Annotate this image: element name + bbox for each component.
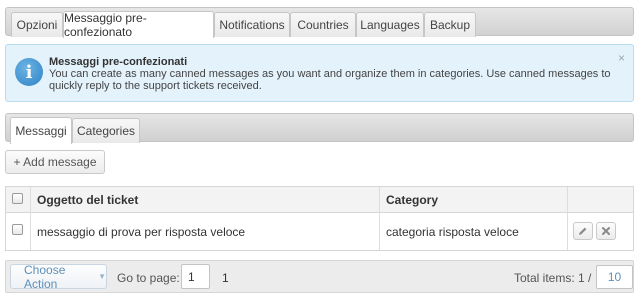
table-footer: Choose Action ▼ Go to page: 1 Total item… — [5, 260, 634, 293]
canned-messages-table: Oggetto del ticket Category messaggio di… — [5, 186, 634, 251]
page-count: 1 — [222, 271, 229, 285]
tab-label: Countries — [297, 18, 349, 32]
alert-text: You can create as many canned messages a… — [49, 68, 611, 92]
edit-button[interactable] — [573, 222, 593, 240]
info-alert: i Messaggi pre-confezionati You can crea… — [5, 44, 634, 102]
row-category: categoria risposta veloce — [386, 224, 519, 239]
info-icon: i — [15, 58, 43, 86]
total-items-label: Total items: 1 / — [514, 271, 592, 285]
delete-button[interactable] — [596, 222, 616, 240]
tab-label: Notifications — [219, 18, 285, 32]
tab-backup[interactable]: Backup — [424, 12, 476, 37]
caret-down-icon: ▼ — [98, 272, 106, 281]
tab-languages[interactable]: Languages — [356, 12, 424, 37]
page-size-selector[interactable]: 10 — [596, 265, 633, 289]
select-all-checkbox[interactable] — [12, 193, 23, 204]
close-icon[interactable]: × — [618, 51, 625, 65]
tab-label: Messaggio pre-confezionato — [64, 11, 147, 39]
canned-messages-subtabbar: Messaggi Categories — [5, 113, 634, 144]
pencil-icon — [579, 227, 587, 235]
table-row: messaggio di prova per risposta veloce c… — [6, 213, 633, 250]
tab-label: Backup — [429, 18, 471, 32]
tab-countries[interactable]: Countries — [290, 12, 356, 37]
choose-action-dropdown[interactable]: Choose Action ▼ — [10, 262, 107, 291]
add-message-label: + Add message — [13, 155, 97, 169]
column-header-subject[interactable]: Oggetto del ticket — [37, 187, 138, 213]
column-divider — [379, 187, 380, 250]
tab-label: Categories — [76, 124, 136, 138]
column-divider — [30, 187, 31, 250]
tab-label: Opzioni — [16, 18, 58, 32]
table-header: Oggetto del ticket Category — [6, 187, 633, 213]
goto-page-label: Go to page: — [117, 271, 180, 285]
row-checkbox[interactable] — [12, 224, 23, 235]
tab-label: Languages — [360, 18, 420, 32]
tab-opzioni[interactable]: Opzioni — [11, 12, 63, 37]
tab-messaggio-pre-confezionato[interactable]: Messaggio pre-confezionato — [63, 11, 214, 39]
settings-tabbar: Opzioni Messaggio pre-confezionato Notif… — [5, 7, 634, 39]
column-header-category[interactable]: Category — [386, 187, 438, 213]
tab-messaggi[interactable]: Messaggi — [10, 117, 72, 144]
tab-categories[interactable]: Categories — [72, 118, 140, 143]
column-divider — [567, 187, 568, 250]
add-message-button[interactable]: + Add message — [5, 150, 105, 174]
choose-action-label: Choose Action — [24, 262, 66, 291]
tab-label: Messaggi — [15, 124, 67, 138]
alert-title: Messaggi pre-confezionati — [49, 56, 188, 68]
goto-page-input[interactable] — [181, 264, 210, 289]
row-subject: messaggio di prova per risposta veloce — [37, 224, 246, 239]
tab-notifications[interactable]: Notifications — [214, 12, 290, 37]
page-size-value: 10 — [607, 270, 622, 284]
close-icon — [602, 227, 610, 235]
